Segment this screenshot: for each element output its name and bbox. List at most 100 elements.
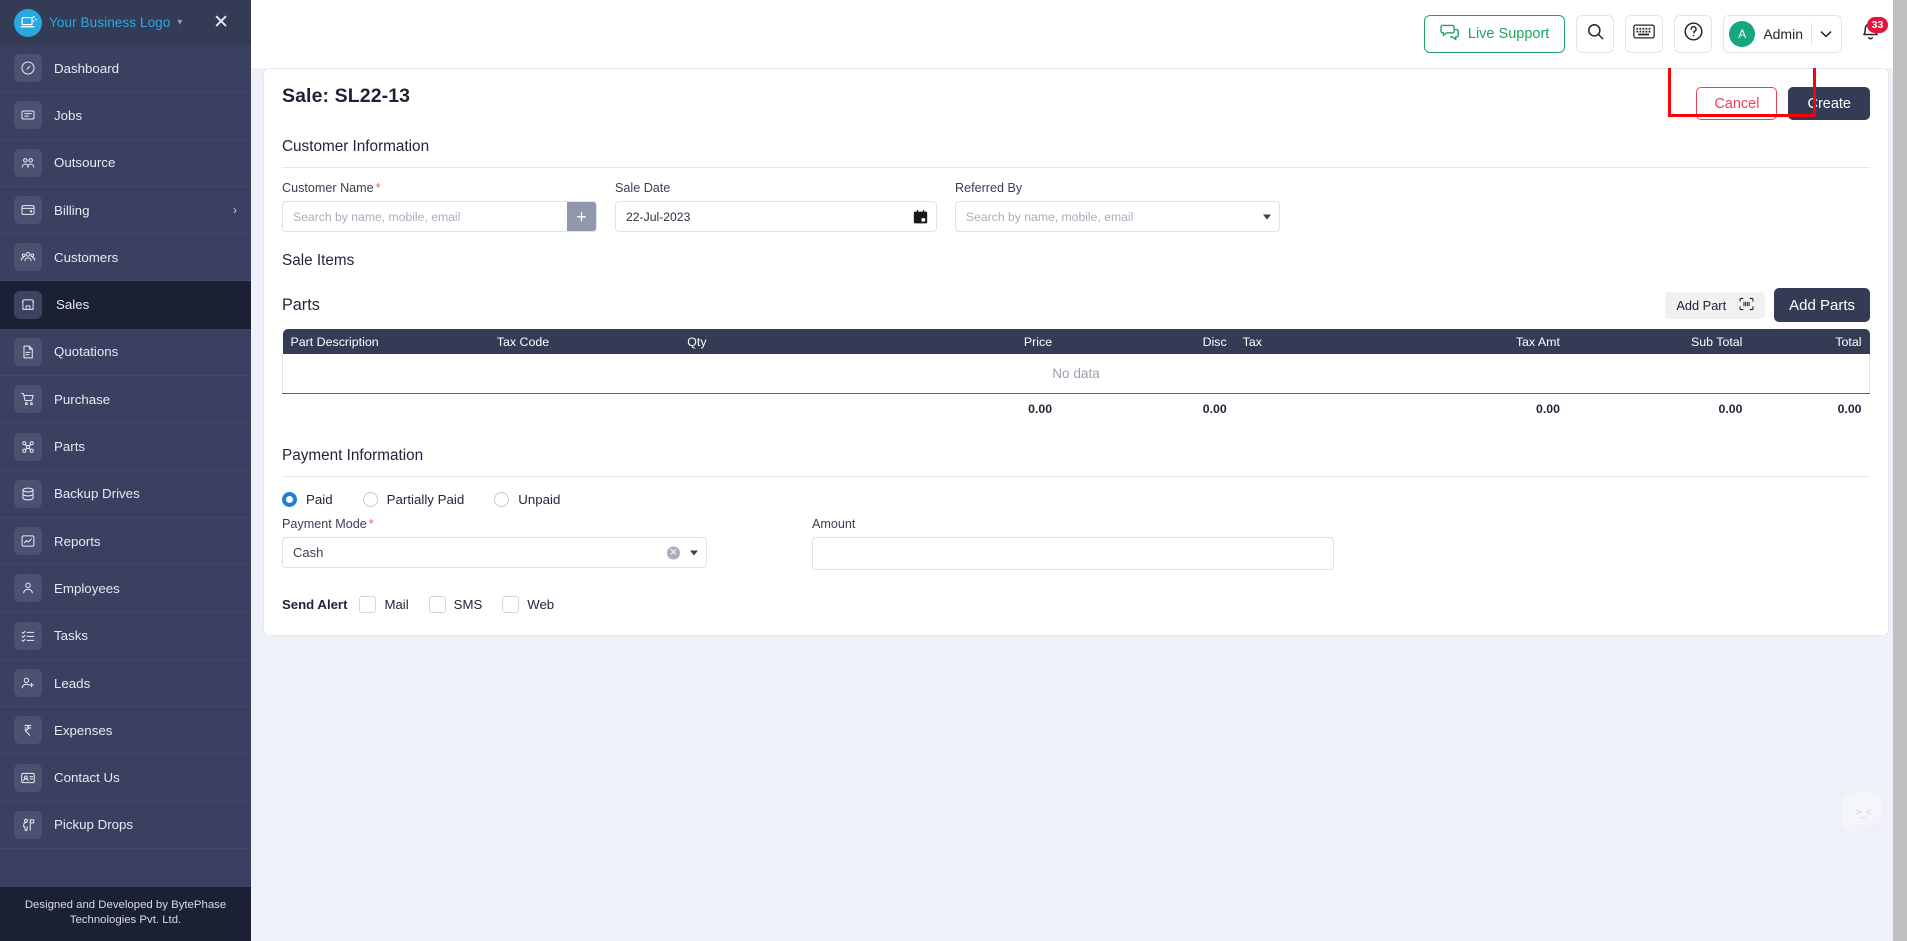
sidebar-item-label: Contact Us	[54, 770, 120, 786]
sidebar-item-jobs[interactable]: Jobs	[0, 92, 251, 140]
divider	[282, 167, 1870, 168]
send-alert-checkbox-mail[interactable]	[359, 596, 377, 613]
radio-icon[interactable]	[494, 492, 510, 507]
table-empty-row: No data	[282, 354, 1870, 394]
sale-items-title: Sale Items	[282, 252, 355, 269]
column-header-total: Total	[1750, 329, 1870, 354]
outsource-icon	[14, 148, 42, 177]
payment-mode-field: Payment Mode * Cash ✕	[282, 517, 707, 570]
sidebar-item-sales[interactable]: Sales	[0, 281, 251, 329]
radio-icon[interactable]	[282, 492, 297, 507]
dashboard-icon	[14, 54, 42, 83]
payment-status-label: Unpaid	[518, 492, 561, 507]
sidebar-item-contact-us[interactable]: Contact Us	[0, 754, 251, 802]
parts-header: Parts Add Part Add Parts	[282, 68, 1870, 326]
add-part-tooltip[interactable]: Add Part	[1665, 291, 1766, 319]
sidebar-item-label: Billing	[54, 202, 90, 218]
chevron-down-icon[interactable]	[1820, 25, 1832, 43]
business-logo-text: Your Business Logo	[49, 15, 171, 30]
sidebar-footer: Designed and Developed by BytePhase Tech…	[0, 887, 251, 941]
sidebar-item-pickup-drops[interactable]: Pickup Drops	[0, 802, 251, 850]
required-marker: *	[368, 517, 374, 531]
sidebar-item-label: Backup Drives	[54, 486, 140, 502]
sidebar-item-expenses[interactable]: Expenses	[0, 707, 251, 755]
sidebar-item-purchase[interactable]: Purchase	[0, 376, 251, 424]
sidebar-nav: Dashboard Jobs Outsource Billing › Customers S…	[0, 45, 251, 887]
sidebar-item-employees[interactable]: Employees	[0, 565, 251, 613]
customer-name-input[interactable]	[282, 201, 597, 232]
notifications-button[interactable]: 33	[1855, 15, 1888, 53]
sale-form-card: Sale: SL22-13 Cancel Create Customer Inf…	[263, 68, 1889, 636]
chevron-down-icon[interactable]	[1263, 214, 1271, 219]
payment-mode-select[interactable]: Cash	[282, 537, 707, 568]
parts-icon	[14, 432, 42, 461]
payment-status-unpaid[interactable]: Unpaid	[494, 492, 560, 507]
table-header-row: Part Description Tax Code Qty Price Disc…	[282, 329, 1870, 354]
sidebar-header: Your Business Logo ▾ ✕	[0, 0, 251, 45]
customer-information-title: Customer Information	[282, 138, 430, 155]
sidebar-item-label: Employees	[54, 580, 120, 596]
chevron-down-icon[interactable]	[690, 550, 698, 555]
tasks-icon	[14, 621, 42, 650]
send-alert-checkbox-sms[interactable]	[428, 596, 446, 613]
floating-assistant-widget[interactable]: >_<	[1843, 793, 1883, 833]
sidebar-item-quotations[interactable]: Quotations	[0, 329, 251, 377]
column-header-qty: Qty	[679, 329, 878, 354]
backup-drives-icon	[14, 479, 42, 508]
sidebar-item-reports[interactable]: Reports	[0, 518, 251, 566]
total-disc: 0.00	[1202, 402, 1227, 417]
cancel-button[interactable]: Cancel	[1696, 87, 1778, 120]
sidebar-item-billing[interactable]: Billing ›	[0, 187, 251, 235]
payment-mode-value: Cash	[293, 545, 324, 560]
total-total: 0.00	[1837, 402, 1862, 417]
send-alert-checkbox-web[interactable]	[502, 596, 520, 613]
sidebar-item-customers[interactable]: Customers	[0, 234, 251, 282]
amount-input[interactable]	[812, 537, 1334, 570]
sidebar-item-dashboard[interactable]: Dashboard	[0, 45, 251, 93]
column-header-tax-amt: Tax Amt	[1266, 329, 1568, 354]
customer-name-field: Customer Name* +	[282, 181, 597, 232]
sidebar-item-parts[interactable]: Parts	[0, 423, 251, 471]
add-customer-button[interactable]: +	[567, 202, 596, 231]
referred-by-input[interactable]	[955, 201, 1280, 232]
clear-icon[interactable]: ✕	[667, 546, 680, 559]
leads-icon	[14, 669, 42, 697]
employees-icon	[14, 574, 42, 603]
radio-icon[interactable]	[362, 492, 378, 507]
sidebar-item-label: Purchase	[54, 391, 111, 407]
close-icon[interactable]: ✕	[213, 13, 235, 32]
payment-status-paid[interactable]: Paid	[282, 492, 333, 507]
sale-date-label: Sale Date	[615, 181, 671, 195]
send-alert-row: Send Alert Mail SMS Web	[282, 596, 1870, 613]
send-alert-label: Send Alert	[282, 597, 348, 612]
total-sub-total: 0.00	[1718, 402, 1743, 417]
page-title: Sale: SL22-13	[282, 85, 411, 107]
keyboard-icon	[1633, 23, 1656, 45]
send-alert-label-web: Web	[527, 597, 555, 612]
sidebar-item-tasks[interactable]: Tasks	[0, 613, 251, 660]
search-icon	[1586, 22, 1605, 46]
sidebar-item-outsource[interactable]: Outsource	[0, 140, 251, 187]
payment-status-partially-paid[interactable]: Partially Paid	[362, 492, 464, 507]
sale-date-field: Sale Date	[615, 181, 937, 232]
keyboard-shortcuts-button[interactable]	[1625, 15, 1664, 53]
create-button[interactable]: Create	[1788, 87, 1870, 120]
header-actions: Cancel Create	[1696, 87, 1870, 120]
page-scrollbar[interactable]	[1893, 0, 1907, 941]
user-menu[interactable]: A Admin	[1723, 15, 1842, 53]
sidebar-item-leads[interactable]: Leads	[0, 660, 251, 708]
total-tax-amt: 0.00	[1535, 402, 1560, 417]
help-button[interactable]	[1674, 15, 1713, 53]
chat-icon	[1440, 23, 1460, 45]
sidebar-item-label: Outsource	[54, 155, 116, 171]
table-totals-row: 0.00 0.00 0.00 0.00 0.00	[283, 393, 1870, 425]
totals-spacer	[283, 393, 489, 425]
search-button[interactable]	[1576, 15, 1615, 53]
sidebar-item-backup-drives[interactable]: Backup Drives	[0, 471, 251, 518]
sidebar-item-label: Tasks	[54, 628, 88, 644]
live-support-button[interactable]: Live Support	[1423, 15, 1566, 53]
payment-mode-label: Payment Mode *	[282, 517, 374, 531]
chevron-down-icon[interactable]: ▾	[177, 17, 182, 28]
add-parts-button[interactable]: Add Parts	[1774, 288, 1870, 322]
sale-date-input[interactable]	[615, 201, 937, 232]
